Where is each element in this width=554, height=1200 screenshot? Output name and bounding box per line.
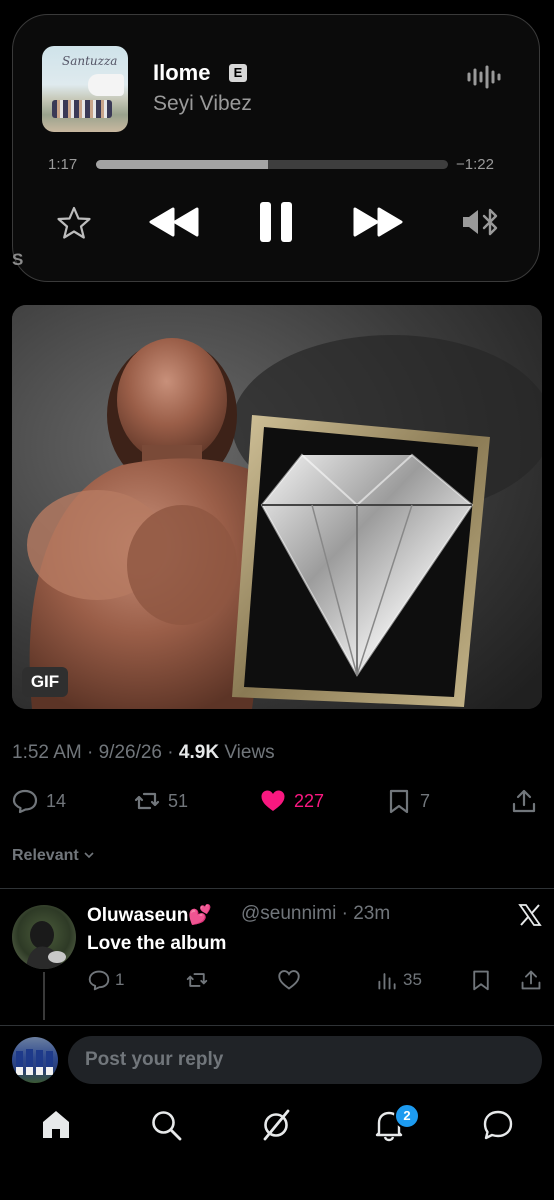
progress-bar[interactable] [96, 160, 448, 169]
album-art-script: Santuzza [62, 54, 118, 68]
gif-illustration [12, 305, 542, 709]
reply-text: Love the album [87, 933, 227, 954]
time-remaining: −1:22 [456, 156, 494, 173]
share-icon [521, 970, 541, 990]
artist-name: Seyi Vibez [153, 92, 252, 115]
rewind-icon[interactable] [148, 206, 200, 238]
bookmark-icon [473, 970, 489, 991]
heart-filled-icon [261, 790, 285, 811]
chevron-down-icon [84, 852, 94, 859]
reply-icon [88, 970, 110, 991]
speaker-bluetooth-icon[interactable] [461, 207, 501, 237]
my-avatar[interactable] [12, 1037, 58, 1083]
repost-icon [186, 973, 208, 987]
like-count: 227 [294, 790, 325, 811]
avatar-image [26, 921, 66, 969]
repost-action[interactable]: 51 [134, 786, 188, 816]
search-icon[interactable] [149, 1108, 183, 1142]
divider [0, 888, 554, 889]
post-time: 1:52 AM [12, 742, 82, 763]
bookmark-action[interactable]: 7 [386, 786, 430, 816]
repost-icon [134, 792, 160, 810]
pause-icon[interactable] [258, 200, 294, 244]
views-count: 4.9K [178, 742, 220, 763]
reply-input[interactable]: Post your reply [68, 1036, 542, 1084]
bookmark-icon [389, 789, 409, 814]
meta-separator: · [167, 742, 174, 763]
divider [0, 1025, 554, 1026]
gif-badge: GIF [22, 667, 68, 697]
views-chart-icon [378, 973, 396, 990]
reply-share-action[interactable] [520, 968, 542, 992]
album-art-people [52, 100, 112, 118]
waveform-icon[interactable] [466, 64, 504, 90]
obscured-text: S [12, 250, 24, 269]
messages-icon[interactable] [481, 1108, 515, 1142]
sort-dropdown[interactable]: Relevant [12, 847, 95, 865]
like-action[interactable]: 227 [260, 786, 324, 816]
x-logo-icon[interactable] [518, 903, 542, 927]
album-art-plane [88, 74, 124, 96]
share-action[interactable] [511, 786, 537, 816]
avatar-image [16, 1049, 53, 1075]
reply-reply-action[interactable]: 1 [88, 968, 124, 992]
reply-views-action[interactable]: 35 [376, 968, 422, 992]
reply-views-count: 35 [403, 970, 422, 989]
reply-reply-count: 1 [115, 970, 125, 989]
post-date: 9/26/26 [98, 742, 163, 763]
heart-icon [278, 970, 300, 990]
reply-icon [12, 789, 38, 814]
explicit-badge: E [229, 64, 247, 82]
views-label: Views [224, 742, 275, 763]
reply-count: 14 [46, 790, 67, 811]
reply-bookmark-action[interactable] [470, 968, 492, 992]
post-meta: 1:52 AM · 9/26/26 · 4.9K Views [12, 742, 275, 764]
sort-label: Relevant [12, 847, 79, 864]
bookmark-count: 7 [420, 790, 431, 811]
album-art[interactable]: Santuzza [42, 46, 128, 132]
reply-author-name[interactable]: Oluwaseun💕 [87, 903, 212, 927]
progress-fill [96, 160, 269, 169]
reply-handle-time[interactable]: @seunnimi · 23m [241, 903, 390, 925]
star-icon[interactable] [56, 205, 92, 241]
thread-line [43, 972, 45, 1020]
reply-action[interactable]: 14 [12, 786, 66, 816]
song-title: Ilome [153, 60, 211, 85]
gif-media[interactable] [12, 305, 542, 709]
time-elapsed: 1:17 [48, 156, 78, 173]
home-icon[interactable] [39, 1108, 73, 1142]
meta-separator: · [87, 742, 94, 763]
notifications-badge: 2 [394, 1103, 420, 1129]
reply-like-action[interactable] [278, 968, 300, 992]
repost-count: 51 [168, 790, 189, 811]
reply-repost-action[interactable] [186, 968, 208, 992]
reply-avatar[interactable] [12, 905, 76, 969]
fast-forward-icon[interactable] [352, 206, 404, 238]
share-icon [512, 789, 536, 813]
grok-icon[interactable] [259, 1108, 293, 1142]
